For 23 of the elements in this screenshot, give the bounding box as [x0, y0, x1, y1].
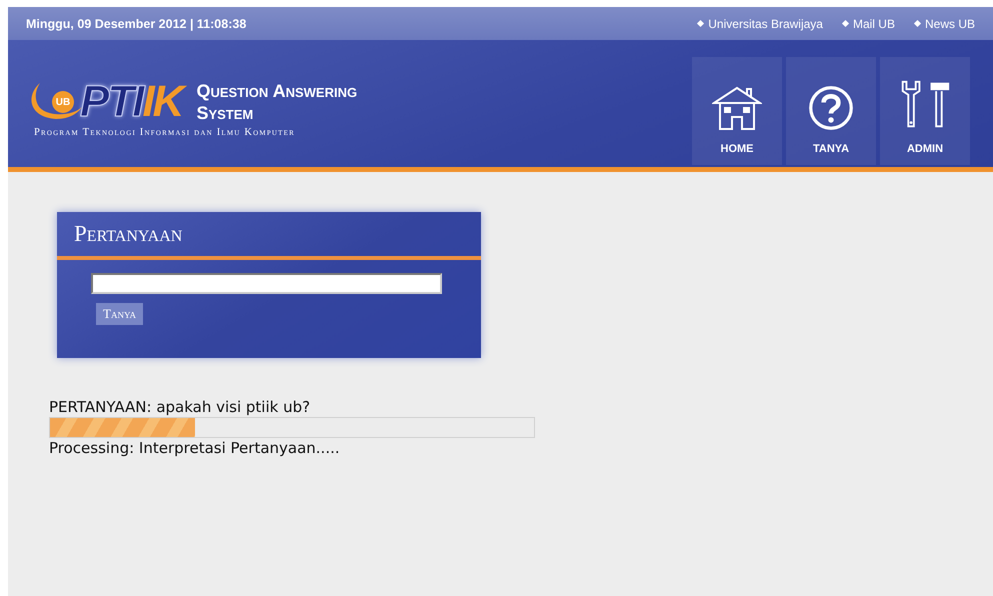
- top-link[interactable]: News UB: [914, 16, 975, 30]
- nav-tile[interactable]: ADMIN: [880, 57, 970, 165]
- question-input[interactable]: [91, 273, 442, 294]
- tagline: Program Teknologi Informasi dan Ilmu Komputer: [34, 127, 296, 138]
- question-icon: [808, 85, 854, 131]
- top-link[interactable]: Mail UB: [842, 16, 895, 30]
- house-icon: [712, 85, 762, 131]
- question-text: PERTANYAAN: apakah visi ptiik ub?: [49, 398, 312, 416]
- app-title: Question Answering: [196, 80, 358, 102]
- link-text[interactable]: Mail UB: [852, 16, 895, 30]
- app-title: System: [196, 102, 254, 124]
- status-text: Processing: Interpretasi Pertanyaan.....: [49, 439, 341, 457]
- panel-title: Pertanyaan: [74, 221, 182, 247]
- date-time: Minggu, 09 Desember 2012 | 11:08:38: [26, 16, 246, 30]
- link-text[interactable]: News UB: [924, 16, 975, 30]
- nav-label[interactable]: HOME: [720, 143, 754, 155]
- nav-tile[interactable]: TANYA: [786, 57, 876, 165]
- nav-label[interactable]: TANYA: [812, 143, 850, 155]
- nav-label[interactable]: ADMIN: [906, 143, 944, 155]
- ask-button[interactable]: Tanya: [96, 303, 143, 325]
- logo-badge: UB: [52, 91, 74, 113]
- nav-tile[interactable]: HOME: [692, 57, 782, 165]
- logo-text: PTI: [80, 80, 142, 124]
